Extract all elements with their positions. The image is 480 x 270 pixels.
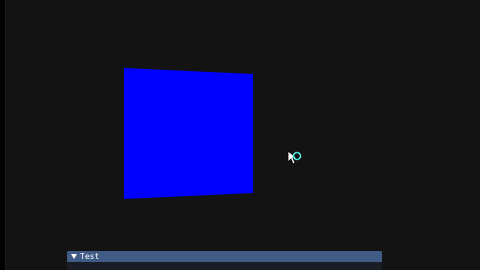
test-window[interactable]: Test (67, 251, 382, 270)
test-window-title-bar[interactable]: Test (67, 251, 382, 262)
scene-canvas (124, 68, 253, 199)
busy-cursor-icon (287, 150, 302, 165)
blue-quad (124, 68, 253, 199)
render-viewport[interactable] (6, 0, 480, 270)
test-window-title: Test (80, 252, 100, 261)
collapse-triangle-icon[interactable] (71, 254, 77, 259)
